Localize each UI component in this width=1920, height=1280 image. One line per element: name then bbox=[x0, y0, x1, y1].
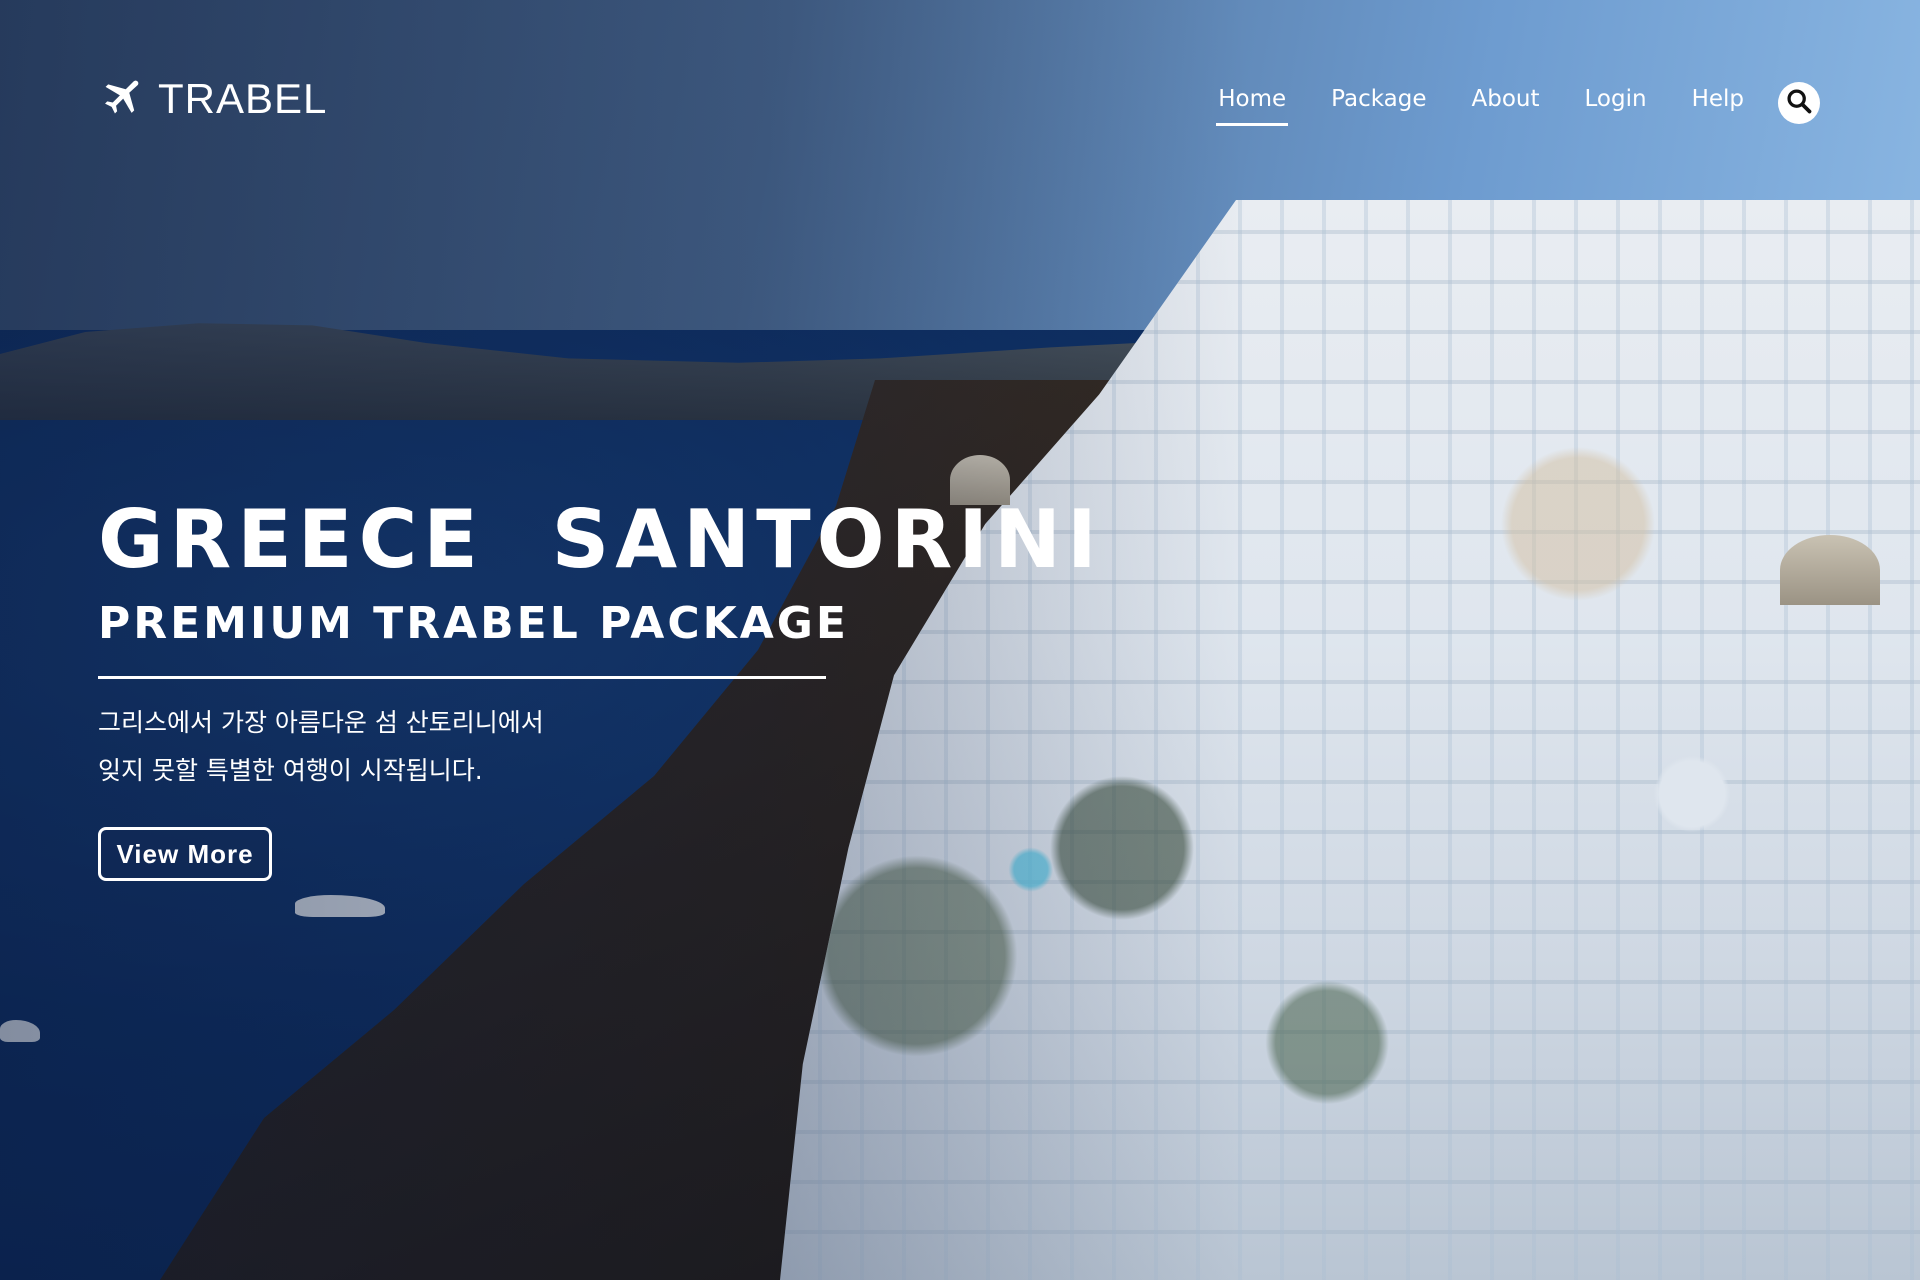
nav-item-package[interactable]: Package bbox=[1331, 86, 1426, 118]
view-more-button[interactable]: View More bbox=[98, 827, 272, 881]
airplane-icon bbox=[98, 76, 144, 122]
site-header: TRABEL Home Package About Login Help bbox=[0, 0, 1920, 200]
search-button[interactable] bbox=[1778, 82, 1820, 124]
nav-item-login[interactable]: Login bbox=[1585, 86, 1647, 118]
nav-item-home[interactable]: Home bbox=[1216, 86, 1289, 126]
brand-logo[interactable]: TRABEL bbox=[98, 76, 327, 122]
hero-title: GREECE SANTORINI bbox=[98, 493, 1103, 586]
brand-name: TRABEL bbox=[158, 75, 328, 122]
hero-divider bbox=[98, 676, 826, 679]
hero-subtitle: PREMIUM TRABEL PACKAGE bbox=[98, 598, 849, 649]
hero-description-line: 그리스에서 가장 아름다운 섬 산토리니에서 bbox=[98, 708, 544, 737]
nav-item-about[interactable]: About bbox=[1471, 86, 1539, 118]
main-nav: Home Package About Login Help bbox=[1216, 86, 1744, 126]
hero-description-line: 잊지 못할 특별한 여행이 시작됩니다. bbox=[98, 756, 483, 785]
nav-item-help[interactable]: Help bbox=[1692, 86, 1744, 118]
hero-section: GREECE SANTORINI PREMIUM TRABEL PACKAGE … bbox=[98, 500, 1103, 881]
search-icon bbox=[1785, 87, 1813, 119]
page: TRABEL Home Package About Login Help GRE… bbox=[0, 0, 1920, 1280]
hero-description: 그리스에서 가장 아름다운 섬 산토리니에서 잊지 못할 특별한 여행이 시작됩… bbox=[98, 699, 1103, 795]
